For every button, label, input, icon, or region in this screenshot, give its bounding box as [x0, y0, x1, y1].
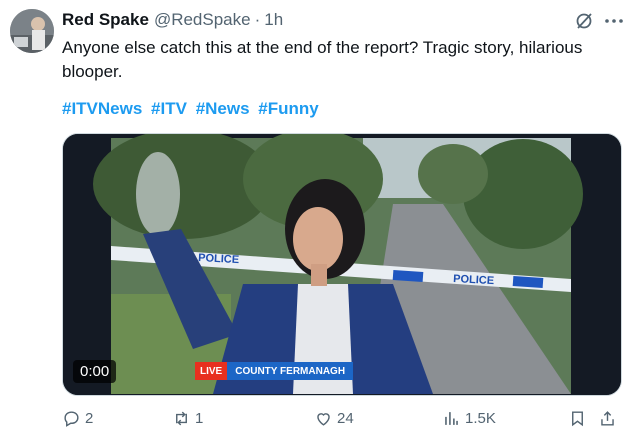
bookmark-icon: [572, 410, 583, 426]
tape-text-right: POLICE: [453, 273, 495, 287]
reply-count: 2: [85, 409, 94, 427]
more-icon[interactable]: [603, 11, 625, 31]
video-timestamp: 0:00: [73, 360, 117, 383]
video-frame: POLICE POLICE: [63, 134, 621, 395]
like-button[interactable]: 24: [314, 406, 354, 430]
bookmark-button[interactable]: [568, 406, 591, 430]
hashtag-itv[interactable]: #ITV: [151, 99, 187, 118]
reply-icon: [64, 410, 79, 427]
author-name[interactable]: Red Spake: [62, 10, 149, 30]
views-icon: [445, 411, 458, 425]
tweet-header: Red Spake @RedSpake · 1h: [62, 9, 283, 31]
tweet-actions: 2 1 24 1.5K: [62, 406, 622, 430]
news-lower-third: LIVE COUNTY FERMANAGH: [195, 362, 354, 380]
live-badge: LIVE: [195, 362, 228, 380]
views-button[interactable]: 1.5K: [442, 406, 496, 430]
location-label: COUNTY FERMANAGH: [227, 362, 354, 380]
hashtag-funny[interactable]: #Funny: [258, 99, 318, 118]
share-button[interactable]: [598, 406, 621, 430]
repost-icon: [176, 411, 187, 425]
like-count: 24: [337, 409, 354, 427]
hashtags: #ITVNews #ITV #News #Funny: [62, 97, 323, 121]
tweet-text: Anyone else catch this at the end of the…: [62, 38, 583, 81]
share-icon: [601, 410, 614, 426]
hashtag-news[interactable]: #News: [196, 99, 250, 118]
repost-count: 1: [195, 409, 204, 427]
reply-button[interactable]: 2: [62, 406, 93, 430]
tweet-time[interactable]: 1h: [264, 10, 283, 30]
repost-button[interactable]: 1: [172, 406, 203, 430]
avatar[interactable]: [10, 9, 54, 53]
tape-text-left: POLICE: [198, 252, 240, 266]
grok-icon[interactable]: [574, 11, 594, 31]
author-handle[interactable]: @RedSpake: [154, 10, 251, 30]
views-count: 1.5K: [465, 409, 496, 427]
separator-dot: ·: [254, 10, 261, 29]
hashtag-itvnews[interactable]: #ITVNews: [62, 99, 142, 118]
like-icon: [317, 412, 330, 426]
video-player[interactable]: POLICE POLICE 0:00 LIVE COUNTY FERMANAGH: [62, 133, 622, 396]
